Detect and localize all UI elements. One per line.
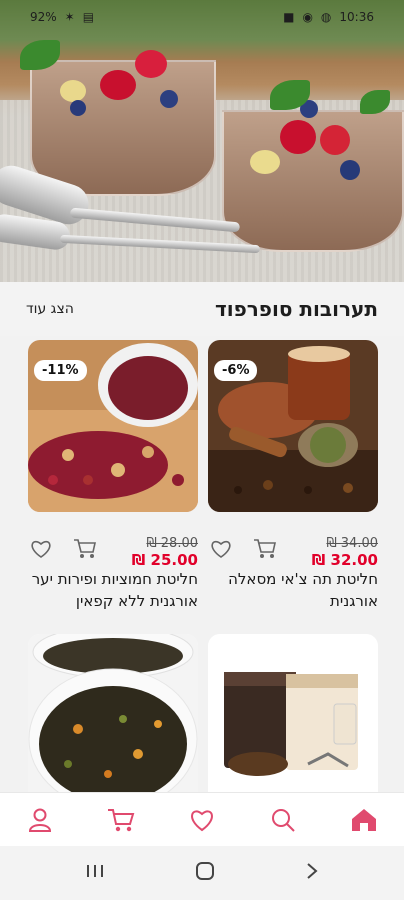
- product-name[interactable]: חליטת חמוציות ופירות יער אורגנית ללא קפא…: [28, 568, 198, 612]
- sale-price: ₪ 25.00: [131, 551, 198, 569]
- old-price: ₪ 34.00: [326, 536, 378, 551]
- product-image[interactable]: -6%: [208, 340, 378, 512]
- product-card[interactable]: -6% ₪ 34.00 ₪ 32.00 חליטת תה צ'אי מסאלה …: [208, 340, 378, 610]
- show-more-link[interactable]: הצג עוד: [26, 301, 74, 317]
- bottom-navigation: [0, 792, 404, 846]
- cart-icon[interactable]: [103, 802, 139, 838]
- discount-badge: -11%: [34, 360, 87, 381]
- fruit: [340, 160, 360, 180]
- notification-icon: ■: [283, 10, 295, 24]
- recent-apps-icon[interactable]: [85, 863, 105, 883]
- heart-icon[interactable]: [28, 536, 54, 562]
- product-image[interactable]: [28, 634, 198, 792]
- fruit: [280, 120, 316, 154]
- fruit: [100, 70, 136, 100]
- back-icon[interactable]: [305, 862, 319, 884]
- powder-pack-image: [208, 634, 378, 792]
- system-navigation-bar: [0, 846, 404, 900]
- home-system-icon[interactable]: [195, 861, 215, 885]
- product-grid: -6% ₪ 34.00 ₪ 32.00 חליטת תה צ'אי מסאלה …: [0, 338, 404, 792]
- product-image[interactable]: [208, 634, 378, 792]
- wifi-icon: ✶: [64, 10, 75, 24]
- section-title: תערובות סופרפוד: [214, 297, 378, 321]
- fruit: [60, 80, 86, 102]
- fruit: [320, 125, 350, 155]
- hero-banner: 92% ✶ ▤ ■ ◉ ◍ 10:36: [0, 0, 404, 282]
- cart-icon[interactable]: [252, 536, 278, 562]
- product-image[interactable]: -11%: [28, 340, 198, 512]
- product-name[interactable]: חליטת תה צ'אי מסאלה אורגנית: [208, 568, 378, 612]
- clock-text: 10:36: [339, 10, 374, 24]
- fruit: [135, 50, 167, 78]
- heart-icon[interactable]: [184, 802, 220, 838]
- discount-badge: -6%: [214, 360, 258, 381]
- notification-icon: ◉: [302, 10, 313, 24]
- fruit: [70, 100, 86, 116]
- section-header: הצג עוד תערובות סופרפוד: [0, 282, 404, 336]
- battery-text: 92%: [30, 10, 57, 24]
- herbal-tea-image: [28, 634, 198, 792]
- heart-icon[interactable]: [208, 536, 234, 562]
- home-icon[interactable]: [346, 802, 382, 838]
- sale-price: ₪ 32.00: [311, 551, 378, 569]
- product-card[interactable]: [208, 634, 378, 792]
- search-icon[interactable]: [265, 802, 301, 838]
- user-icon[interactable]: [22, 802, 58, 838]
- old-price: ₪ 28.00: [146, 536, 198, 551]
- status-bar: 92% ✶ ▤ ■ ◉ ◍ 10:36: [0, 0, 404, 34]
- fruit: [250, 150, 280, 174]
- product-card[interactable]: -11% ₪ 28.00 ₪ 25.00 חליטת חמוציות ופירו…: [28, 340, 198, 610]
- product-card[interactable]: [28, 634, 198, 792]
- vibrate-icon: ▤: [82, 10, 95, 24]
- notification-icon: ◍: [320, 10, 332, 24]
- fruit: [160, 90, 178, 108]
- cart-icon[interactable]: [72, 536, 98, 562]
